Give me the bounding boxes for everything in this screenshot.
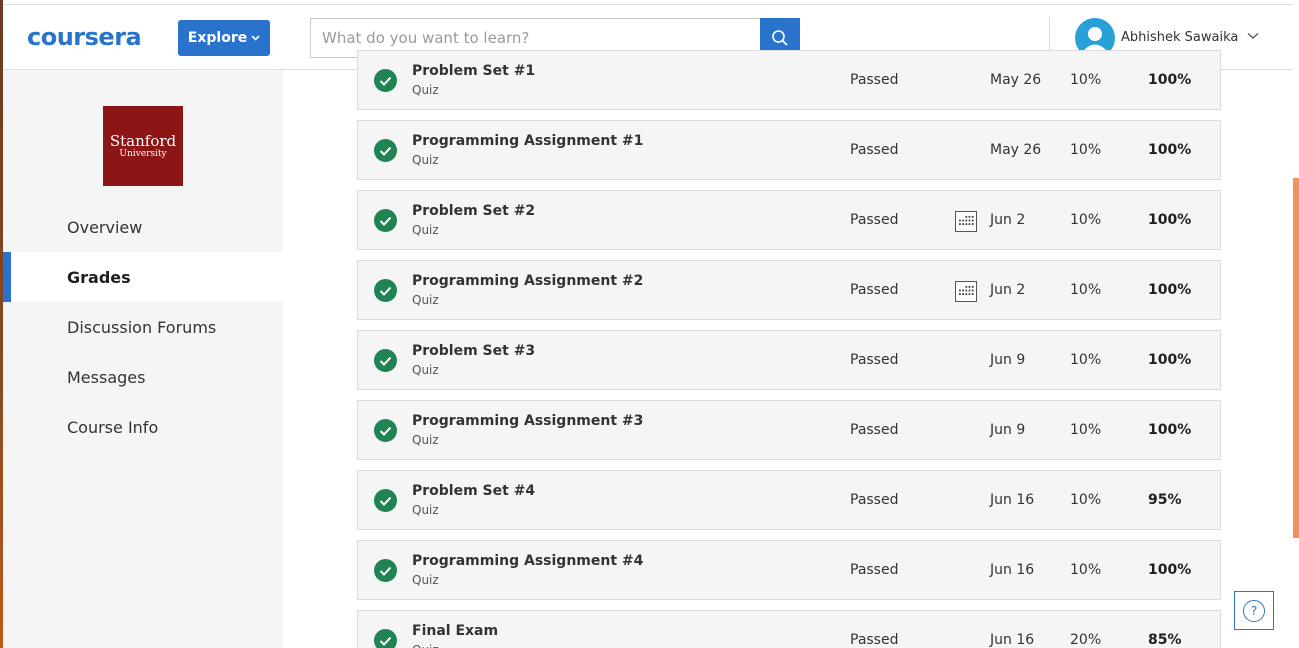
assignment-type: Quiz: [412, 573, 439, 587]
explore-label: Explore: [187, 30, 248, 46]
grade-row[interactable]: Programming Assignment #2 Quiz Passed Jun 2…: [357, 260, 1221, 320]
course-sidebar: Stanford University Overview Grades Disc…: [3, 70, 283, 648]
check-icon: [374, 349, 397, 372]
weight-value: 10%: [1070, 72, 1102, 88]
grade-row[interactable]: Problem Set #3 Quiz Passed Jun 9 10% 100%: [357, 330, 1221, 390]
status-label: Passed: [850, 212, 899, 228]
grade-row[interactable]: Programming Assignment #4 Quiz Passed Jun 1…: [357, 540, 1221, 600]
weight-value: 10%: [1070, 282, 1102, 298]
check-icon: [374, 209, 397, 232]
sidebar-item-messages[interactable]: Messages: [3, 352, 283, 402]
check-icon: [374, 559, 397, 582]
sidebar-item-grades[interactable]: Grades: [3, 252, 283, 302]
assignment-title[interactable]: Programming Assignment #2: [412, 273, 643, 289]
grade-value: 100%: [1148, 142, 1192, 158]
assignment-title[interactable]: Programming Assignment #3: [412, 413, 643, 429]
assignment-type: Quiz: [412, 433, 439, 447]
check-icon: [374, 139, 397, 162]
grade-value: 100%: [1148, 212, 1192, 228]
explore-button[interactable]: Explore: [178, 20, 270, 56]
help-button[interactable]: ?: [1234, 591, 1274, 630]
university-name: Stanford: [109, 131, 177, 150]
user-name[interactable]: Abhishek Sawaika: [1121, 30, 1238, 45]
status-label: Passed: [850, 352, 899, 368]
status-label: Passed: [850, 142, 899, 158]
grade-row[interactable]: Programming Assignment #1 Quiz Passed May 2…: [357, 120, 1221, 180]
due-date: Jun 16: [990, 492, 1035, 508]
assignment-title[interactable]: Final Exam: [412, 623, 498, 639]
help-icon: ?: [1243, 599, 1265, 622]
grade-row[interactable]: Programming Assignment #3 Quiz Passed Jun 9…: [357, 400, 1221, 460]
due-date: Jun 2: [990, 282, 1026, 298]
calendar-icon[interactable]: [954, 279, 978, 303]
assignment-type: Quiz: [412, 293, 439, 307]
grade-row[interactable]: Problem Set #2 Quiz Passed Jun 2 10% 100%: [357, 190, 1221, 250]
assignment-title[interactable]: Programming Assignment #1: [412, 133, 643, 149]
chevron-down-icon[interactable]: [1247, 32, 1259, 40]
grade-value: 85%: [1148, 632, 1182, 648]
grade-row[interactable]: Final Exam Quiz Passed Jun 16 20% 85%: [357, 610, 1221, 648]
grade-row[interactable]: Problem Set #1 Quiz Passed May 26 10% 100%: [357, 50, 1221, 110]
assignment-title[interactable]: Problem Set #2: [412, 203, 535, 219]
assignment-title[interactable]: Problem Set #3: [412, 343, 535, 359]
grade-value: 100%: [1148, 282, 1192, 298]
status-label: Passed: [850, 632, 899, 648]
calendar-icon[interactable]: [954, 209, 978, 233]
status-label: Passed: [850, 282, 899, 298]
weight-value: 10%: [1070, 352, 1102, 368]
weight-value: 10%: [1070, 422, 1102, 438]
check-icon: [374, 419, 397, 442]
assignment-type: Quiz: [412, 363, 439, 377]
check-icon: [374, 489, 397, 512]
assignment-title[interactable]: Problem Set #1: [412, 63, 535, 79]
assignment-type: Quiz: [412, 503, 439, 517]
chevron-down-icon: [251, 35, 260, 41]
check-icon: [374, 69, 397, 92]
check-icon: [374, 629, 397, 648]
grade-value: 95%: [1148, 492, 1182, 508]
search-icon: [772, 30, 788, 46]
grade-value: 100%: [1148, 562, 1192, 578]
weight-value: 10%: [1070, 492, 1102, 508]
grade-value: 100%: [1148, 72, 1192, 88]
stanford-logo: Stanford University: [103, 106, 183, 186]
assignment-type: Quiz: [412, 643, 439, 648]
due-date: Jun 9: [990, 352, 1026, 368]
sidebar-item-overview[interactable]: Overview: [3, 202, 283, 252]
assignment-type: Quiz: [412, 153, 439, 167]
scrollbar[interactable]: [1293, 0, 1299, 648]
due-date: Jun 16: [990, 632, 1035, 648]
weight-value: 20%: [1070, 632, 1102, 648]
due-date: Jun 16: [990, 562, 1035, 578]
scrollbar-thumb[interactable]: [1293, 178, 1299, 538]
grade-value: 100%: [1148, 352, 1192, 368]
grade-row[interactable]: Problem Set #4 Quiz Passed Jun 16 10% 95%: [357, 470, 1221, 530]
check-icon: [374, 279, 397, 302]
weight-value: 10%: [1070, 142, 1102, 158]
due-date: Jun 2: [990, 212, 1026, 228]
weight-value: 10%: [1070, 562, 1102, 578]
due-date: Jun 9: [990, 422, 1026, 438]
assignment-title[interactable]: Programming Assignment #4: [412, 553, 643, 569]
grade-value: 100%: [1148, 422, 1192, 438]
status-label: Passed: [850, 562, 899, 578]
sidebar-item-discussion-forums[interactable]: Discussion Forums: [3, 302, 283, 352]
status-label: Passed: [850, 492, 899, 508]
university-subtitle: University: [119, 148, 167, 159]
weight-value: 10%: [1070, 212, 1102, 228]
due-date: May 26: [990, 72, 1042, 88]
assignment-type: Quiz: [412, 223, 439, 237]
assignment-title[interactable]: Problem Set #4: [412, 483, 535, 499]
sidebar-item-course-info[interactable]: Course Info: [3, 402, 283, 452]
due-date: May 26: [990, 142, 1042, 158]
status-label: Passed: [850, 72, 899, 88]
assignment-type: Quiz: [412, 83, 439, 97]
coursera-logo[interactable]: coursera: [27, 23, 142, 51]
status-label: Passed: [850, 422, 899, 438]
